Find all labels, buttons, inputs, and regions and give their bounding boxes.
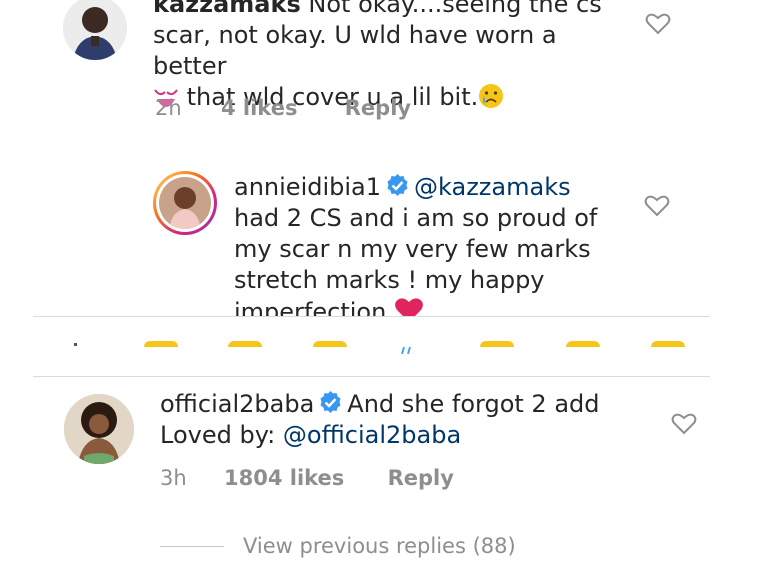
reaction-emoji-icon[interactable] — [313, 341, 347, 347]
divider — [33, 316, 710, 317]
reaction-tick — [74, 343, 77, 346]
reply-button[interactable]: Reply — [388, 466, 454, 490]
reaction-emoji-icon[interactable] — [651, 341, 685, 347]
comment-username[interactable]: kazzamaks — [153, 0, 301, 18]
avatar-kazzamaks[interactable] — [63, 0, 127, 60]
comment-username[interactable]: official2baba — [160, 390, 314, 418]
comment-username[interactable]: annieidibia1 — [234, 173, 381, 201]
heart-icon[interactable] — [644, 194, 670, 218]
comment-text: stretch marks ! my happy — [234, 266, 545, 294]
loved-by-user-link[interactable]: @official2baba — [283, 421, 461, 449]
comment-body-official2baba: official2baba And she forgot 2 add Loved… — [160, 389, 640, 451]
avatar-annieidibia1[interactable] — [153, 171, 217, 235]
comment-likes[interactable]: 4 likes — [221, 96, 297, 120]
comment-time: 3h — [160, 466, 187, 490]
heart-icon[interactable] — [645, 12, 671, 36]
reply-button[interactable]: Reply — [345, 96, 411, 120]
reaction-emoji-icon[interactable] — [228, 341, 262, 347]
comment-text: Not okay....seeing the cs — [308, 0, 602, 18]
verified-badge-icon — [385, 173, 410, 198]
verified-badge-icon — [318, 390, 343, 415]
comment-likes[interactable]: 1804 likes — [224, 466, 344, 490]
reaction-emoji-icon[interactable] — [480, 341, 514, 347]
crying-face-emoji-icon — [478, 83, 504, 117]
comment-clip-region: imperfection — [234, 296, 634, 316]
comment-body-annieidibia1: annieidibia1 @kazzamaks had 2 CS and i a… — [234, 172, 634, 296]
comment-text: And she forgot 2 add — [347, 390, 600, 418]
divider — [33, 376, 710, 377]
avatar-official2baba[interactable] — [64, 394, 134, 464]
comment-meta: 3h 1804 likes Reply — [160, 466, 454, 490]
red-heart-emoji-icon — [394, 296, 424, 316]
mention-link[interactable]: @kazzamaks — [414, 173, 571, 201]
reaction-emoji-icon[interactable] — [144, 341, 178, 347]
reaction-emoji-icon[interactable] — [566, 341, 600, 347]
comment-text: imperfection — [234, 298, 387, 316]
comment-meta: 2h 4 likes Reply — [155, 96, 411, 120]
heart-icon[interactable] — [671, 412, 697, 436]
view-replies-line — [160, 546, 224, 547]
reaction-emoji-icon[interactable] — [400, 339, 414, 355]
view-previous-replies-link[interactable]: View previous replies (88) — [243, 534, 516, 558]
comment-text: scar, not okay. U wld have worn a better — [153, 21, 557, 80]
loved-by-label: Loved by: — [160, 421, 276, 449]
comment-text: my scar n my very few marks — [234, 235, 591, 263]
comment-text: had 2 CS and i am so proud of — [234, 204, 598, 232]
comment-time: 2h — [155, 96, 182, 120]
